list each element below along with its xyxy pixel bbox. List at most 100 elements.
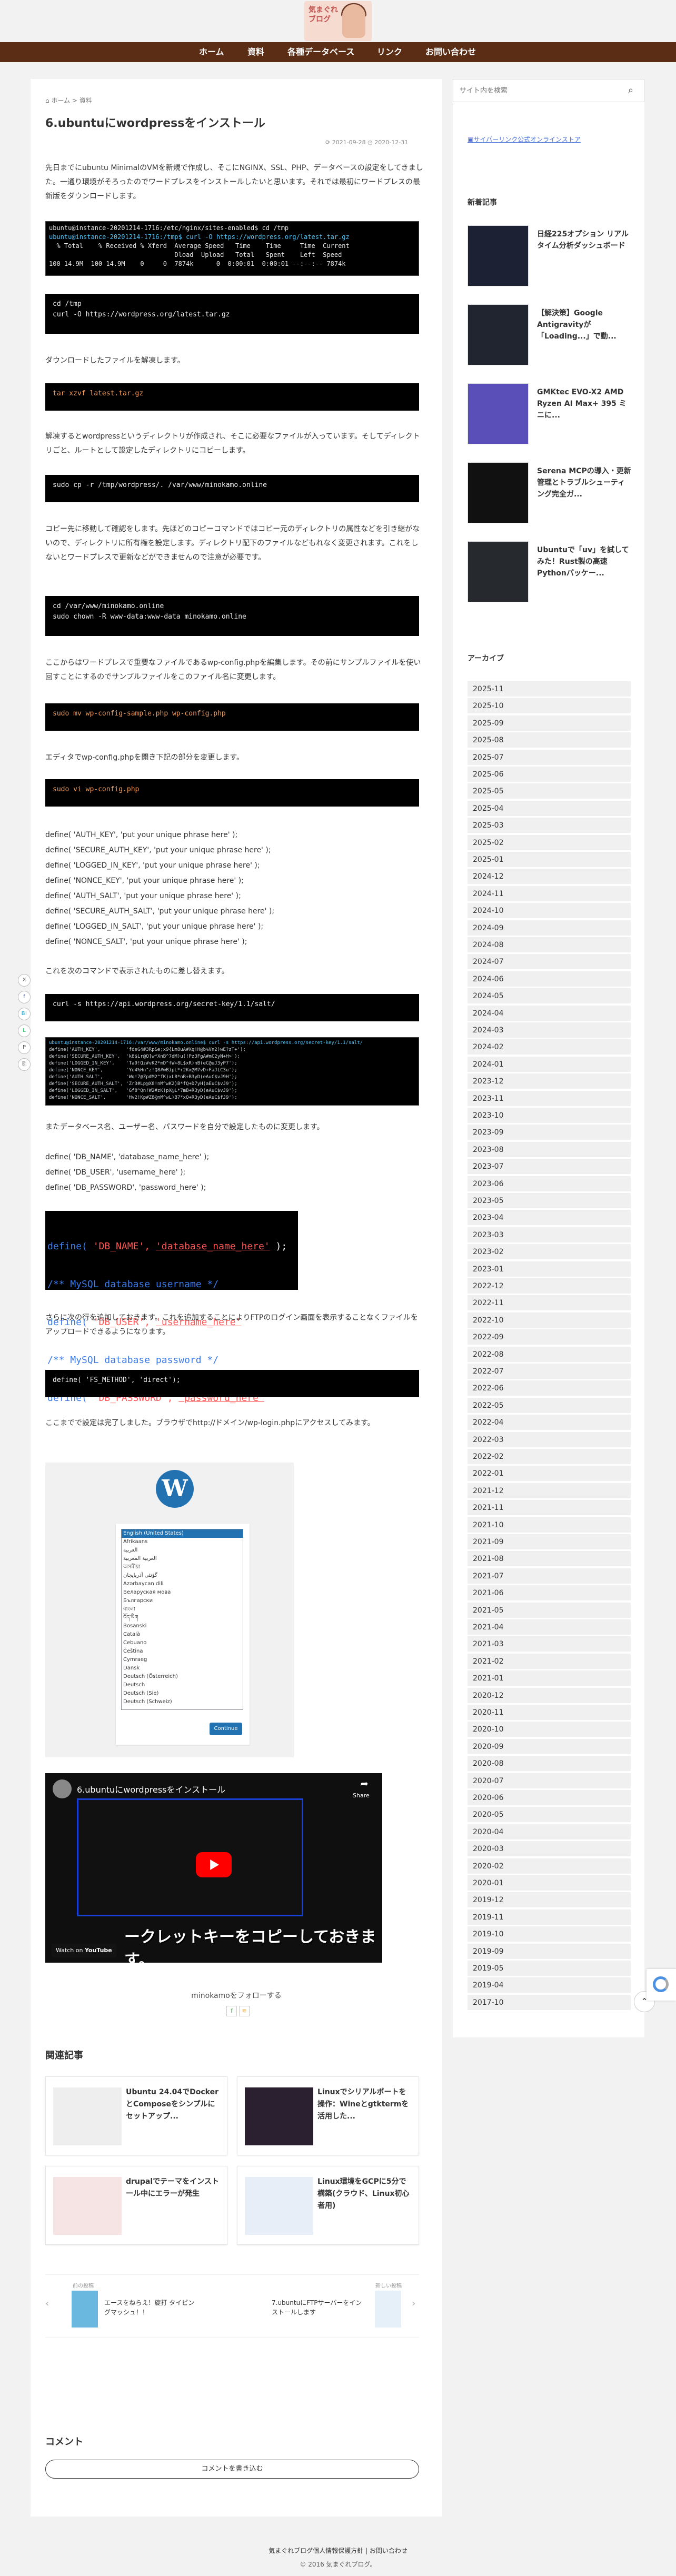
archive-item[interactable]: 2025-08 xyxy=(468,732,631,749)
archive-item[interactable]: 2025-07 xyxy=(468,749,631,765)
prev-thumb[interactable] xyxy=(72,2291,98,2328)
search-icon[interactable]: ⌕ xyxy=(628,85,633,96)
archive-item[interactable]: 2023-03 xyxy=(468,1227,631,1243)
archive-item[interactable]: 2021-10 xyxy=(468,1517,631,1533)
archive-item[interactable]: 2019-05 xyxy=(468,1961,631,1976)
archive-item[interactable]: 2021-07 xyxy=(468,1568,631,1584)
related-card[interactable]: drupalでテーマをインストール中にエラーが発生 xyxy=(45,2166,227,2245)
language-option[interactable]: گؤنئی آذربایجان xyxy=(122,1572,243,1580)
breadcrumb-category[interactable]: 資料 xyxy=(79,97,92,104)
share-line-icon[interactable]: L xyxy=(18,1025,31,1037)
nav-databases[interactable]: 各種データベース xyxy=(287,42,354,62)
archive-item[interactable]: 2023-07 xyxy=(468,1159,631,1175)
sponsor-banner[interactable]: ▣サイバーリンク公式オンラインストア xyxy=(468,135,581,144)
archive-item[interactable]: 2025-11 xyxy=(468,681,631,697)
archive-item[interactable]: 2022-08 xyxy=(468,1346,631,1362)
archive-item[interactable]: 2022-10 xyxy=(468,1312,631,1328)
archive-item[interactable]: 2023-06 xyxy=(468,1176,631,1192)
archive-item[interactable]: 2024-04 xyxy=(468,1005,631,1021)
archive-item[interactable]: 2023-08 xyxy=(468,1141,631,1158)
language-option-selected[interactable]: English (United States) xyxy=(122,1529,243,1538)
archive-item[interactable]: 2017-10 xyxy=(468,1994,631,2011)
archive-item[interactable]: 2020-01 xyxy=(468,1875,631,1891)
archive-item[interactable]: 2025-05 xyxy=(468,783,631,800)
archive-item[interactable]: 2024-08 xyxy=(468,937,631,953)
archive-item[interactable]: 2025-04 xyxy=(468,800,631,817)
archive-item[interactable]: 2021-05 xyxy=(468,1602,631,1618)
archive-item[interactable]: 2020-07 xyxy=(468,1773,631,1789)
archive-item[interactable]: 2024-10 xyxy=(468,903,631,919)
archive-item[interactable]: 2025-01 xyxy=(468,852,631,868)
archive-item[interactable]: 2024-09 xyxy=(468,920,631,936)
footer-link-contact[interactable]: お問い合わせ xyxy=(370,2547,407,2554)
archive-item[interactable]: 2020-04 xyxy=(468,1824,631,1840)
archive-item[interactable]: 2024-03 xyxy=(468,1022,631,1038)
nav-materials[interactable]: 資料 xyxy=(247,42,264,62)
language-select[interactable]: English (United States) Afrikaans العربي… xyxy=(121,1529,243,1710)
write-comment-button[interactable]: コメントを書き込む xyxy=(45,2460,419,2479)
archive-item[interactable]: 2019-11 xyxy=(468,1909,631,1925)
language-option[interactable]: Afrikaans xyxy=(122,1538,243,1546)
feedly-icon[interactable]: f xyxy=(226,2006,237,2016)
archive-item[interactable]: 2020-10 xyxy=(468,1722,631,1738)
archive-item[interactable]: 2023-09 xyxy=(468,1125,631,1141)
breadcrumb-home[interactable]: ホーム xyxy=(51,97,70,104)
archive-item[interactable]: 2024-11 xyxy=(468,886,631,902)
archive-item[interactable]: 2022-04 xyxy=(468,1415,631,1431)
new-post-card[interactable]: Ubuntuで「uv」を試してみた！Rust製の高速Pythonパッケー... xyxy=(468,541,636,611)
archive-item[interactable]: 2025-10 xyxy=(468,698,631,714)
share-arrow-icon[interactable]: ➦ xyxy=(354,1778,375,1789)
next-title[interactable]: 7.ubuntuにFTPサーバーをインストールします xyxy=(272,2298,366,2317)
archive-item[interactable]: 2023-10 xyxy=(468,1108,631,1123)
share-hatena-icon[interactable]: B! xyxy=(18,1008,31,1020)
share-x-icon[interactable]: X xyxy=(18,974,31,987)
archive-item[interactable]: 2024-06 xyxy=(468,971,631,987)
search-input[interactable] xyxy=(453,79,622,102)
language-option[interactable]: Čeština xyxy=(122,1647,243,1656)
prev-arrow-icon[interactable]: ‹ xyxy=(45,2298,49,2309)
archive-item[interactable]: 2019-04 xyxy=(468,1977,631,1994)
prev-title[interactable]: エースをねらえ！旋打 タイピングマッシュ！！ xyxy=(104,2298,199,2317)
archive-item[interactable]: 2020-05 xyxy=(468,1807,631,1823)
youtube-embed[interactable]: 6.ubuntuにwordpressをインストール ➦ Share ークレットキ… xyxy=(45,1773,382,1963)
archive-item[interactable]: 2023-01 xyxy=(468,1261,631,1277)
archive-item[interactable]: 2021-04 xyxy=(468,1619,631,1635)
archive-item[interactable]: 2019-09 xyxy=(468,1943,631,1960)
archive-item[interactable]: 2019-10 xyxy=(468,1926,631,1943)
archive-item[interactable]: 2020-11 xyxy=(468,1705,631,1720)
language-option[interactable]: العربية المغربية xyxy=(122,1555,243,1563)
language-option[interactable]: Deutsch (Österreich) xyxy=(122,1673,243,1681)
archive-item[interactable]: 2021-02 xyxy=(468,1653,631,1669)
language-option[interactable]: Català xyxy=(122,1630,243,1639)
new-post-card[interactable]: GMKtec EVO-X2 AMD Ryzen AI Max+ 395 ミニに.… xyxy=(468,383,636,453)
archive-item[interactable]: 2020-06 xyxy=(468,1790,631,1806)
language-option[interactable]: Deutsch xyxy=(122,1681,243,1689)
share-label[interactable]: Share xyxy=(353,1792,370,1799)
archive-item[interactable]: 2023-05 xyxy=(468,1193,631,1209)
next-thumb[interactable] xyxy=(375,2291,401,2328)
language-option[interactable]: Cymraeg xyxy=(122,1656,243,1664)
archive-item[interactable]: 2020-12 xyxy=(468,1687,631,1704)
archive-item[interactable]: 2023-12 xyxy=(468,1073,631,1090)
archive-item[interactable]: 2023-04 xyxy=(468,1210,631,1226)
archive-item[interactable]: 2022-02 xyxy=(468,1449,631,1465)
new-post-card[interactable]: Serena MCPの導入・更新管理とトラブルシューティング完全ガ... xyxy=(468,462,636,532)
related-card[interactable]: Linux環境をGCPに5分で構築(クラウド、Linux初心者用) xyxy=(237,2166,419,2245)
language-option[interactable]: Azərbaycan dili xyxy=(122,1580,243,1588)
language-option[interactable]: العربية xyxy=(122,1546,243,1555)
language-option[interactable]: Deutsch (Sie) xyxy=(122,1689,243,1698)
archive-item[interactable]: 2020-08 xyxy=(468,1756,631,1772)
archive-item[interactable]: 2023-02 xyxy=(468,1244,631,1260)
archive-item[interactable]: 2022-03 xyxy=(468,1431,631,1448)
rss-icon[interactable]: ≋ xyxy=(239,2006,250,2016)
site-logo[interactable]: 気まぐれブログ xyxy=(304,1,372,41)
next-arrow-icon[interactable]: › xyxy=(412,2298,415,2309)
video-title[interactable]: 6.ubuntuにwordpressをインストール xyxy=(77,1783,225,1795)
new-post-card[interactable]: 【解決策】Google Antigravityが「Loading...」で動..… xyxy=(468,304,636,374)
watch-on-youtube[interactable]: Watch on YouTube xyxy=(52,1944,116,1957)
language-option[interactable]: Cebuano xyxy=(122,1639,243,1647)
related-card[interactable]: Ubuntu 24.04でDockerとComposeをシンプルにセットアップ.… xyxy=(45,2076,227,2155)
language-option[interactable]: বাংলা xyxy=(122,1605,243,1614)
archive-item[interactable]: 2022-05 xyxy=(468,1397,631,1414)
archive-item[interactable]: 2020-03 xyxy=(468,1841,631,1857)
